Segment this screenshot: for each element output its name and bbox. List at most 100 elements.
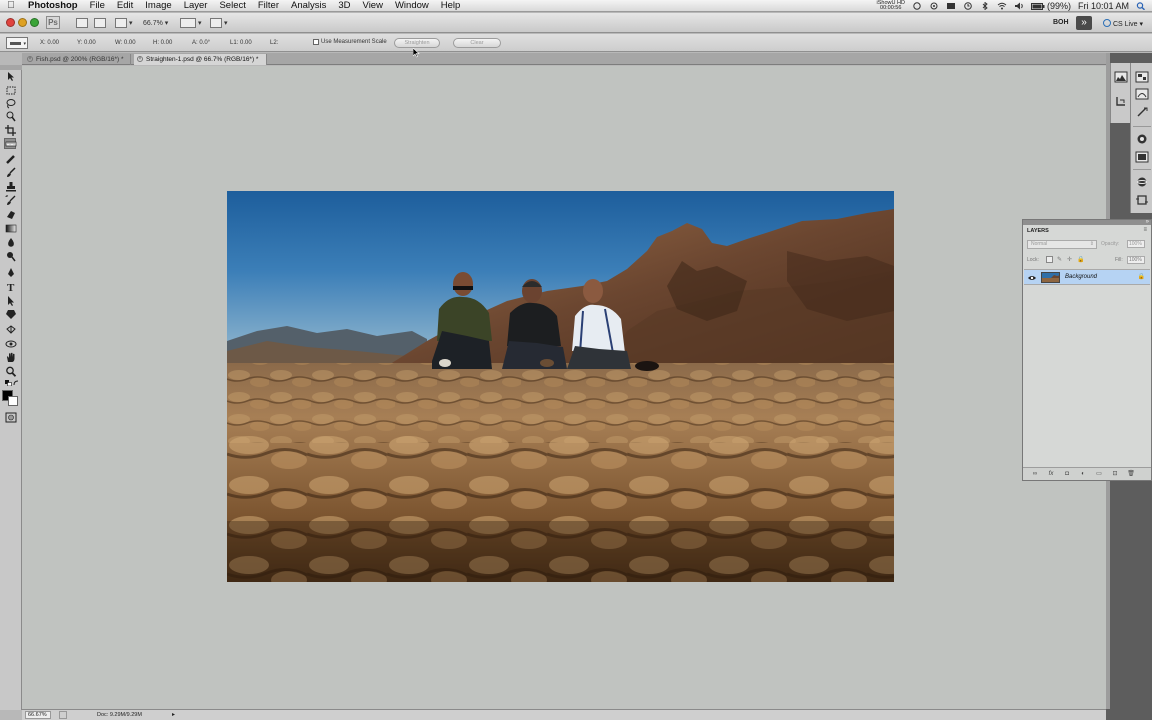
add-mask-icon[interactable]: ◘ xyxy=(1063,471,1071,478)
default-colors-icon[interactable] xyxy=(5,380,12,386)
blend-mode-select[interactable]: Normal ⇕ xyxy=(1027,240,1097,249)
layer-style-icon[interactable]: fx xyxy=(1047,471,1055,478)
menu-edit[interactable]: Edit xyxy=(111,0,139,12)
zoom-field[interactable]: 66.67% xyxy=(25,711,51,719)
move-tool-icon[interactable] xyxy=(5,71,17,82)
close-tab-icon[interactable]: × xyxy=(27,56,33,62)
brush-tool-icon[interactable] xyxy=(5,167,17,178)
workspace-overflow-button[interactable]: » xyxy=(1076,16,1092,30)
brush-presets-icon[interactable] xyxy=(1135,88,1149,100)
navigator-icon[interactable] xyxy=(1114,95,1128,107)
record-icon[interactable] xyxy=(912,2,922,10)
menu-window[interactable]: Window xyxy=(389,0,435,12)
quick-selection-tool-icon[interactable] xyxy=(5,111,17,122)
type-tool-icon[interactable]: T xyxy=(5,281,17,292)
menu-image[interactable]: Image xyxy=(139,0,177,12)
path-selection-tool-icon[interactable] xyxy=(5,295,17,306)
lock-all-icon[interactable]: 🔒 xyxy=(1077,256,1084,263)
opacity-input[interactable]: 100% xyxy=(1127,240,1145,248)
recorder-status[interactable]: iShowU HD 00:00:56 xyxy=(877,0,905,11)
adjustment-layer-icon[interactable]: ◐ xyxy=(1079,471,1087,478)
app-menu[interactable]: Photoshop xyxy=(22,0,84,12)
hand-tool-icon[interactable] xyxy=(5,352,17,363)
location-icon[interactable] xyxy=(929,2,939,10)
menu-help[interactable]: Help xyxy=(435,0,467,12)
wifi-icon[interactable] xyxy=(997,2,1007,10)
menu-filter[interactable]: Filter xyxy=(252,0,285,12)
screen-mode-button[interactable]: ▾ xyxy=(210,17,228,29)
battery-status[interactable]: (99%) xyxy=(1030,1,1071,11)
ruler-tool-icon[interactable] xyxy=(4,138,17,149)
zoom-tool-icon[interactable] xyxy=(5,366,17,377)
lock-pixels-icon[interactable]: ✎ xyxy=(1057,256,1062,263)
cs-live-button[interactable]: CS Live ▾ xyxy=(1103,19,1143,28)
tool-preset-picker[interactable]: ▾ xyxy=(6,37,28,49)
menu-layer[interactable]: Layer xyxy=(178,0,214,12)
marquee-tool-icon[interactable] xyxy=(5,85,17,96)
shape-tool-icon[interactable] xyxy=(5,309,17,320)
view-extras-button[interactable]: ▾ xyxy=(115,17,133,29)
new-layer-icon[interactable]: ⊡ xyxy=(1111,471,1119,478)
pen-tool-icon[interactable] xyxy=(5,267,17,278)
clear-button[interactable]: Clear xyxy=(453,38,501,48)
3d-panel-icon[interactable] xyxy=(1135,176,1149,188)
status-info-icon[interactable] xyxy=(59,711,67,719)
status-menu-arrow-icon[interactable]: ▸ xyxy=(172,711,175,718)
eye-icon[interactable] xyxy=(1028,274,1036,280)
panel-grip[interactable] xyxy=(0,65,22,70)
straighten-button[interactable]: Straighten xyxy=(394,38,440,48)
masks-icon[interactable] xyxy=(1135,194,1149,206)
3d-orbit-tool-icon[interactable] xyxy=(5,338,17,349)
crop-tool-icon[interactable] xyxy=(5,125,17,136)
zoom-level-select[interactable]: 66.7% ▾ xyxy=(143,17,168,29)
tab-fish[interactable]: × Fish.psd @ 200% (RGB/16*) * xyxy=(24,54,131,65)
time-machine-icon[interactable] xyxy=(963,2,973,10)
menu-view[interactable]: View xyxy=(357,0,389,12)
layer-row-background[interactable]: Background 🔒 xyxy=(1024,269,1150,285)
clone-stamp-tool-icon[interactable] xyxy=(5,181,17,192)
minimize-window-button[interactable] xyxy=(18,18,27,27)
eraser-tool-icon[interactable] xyxy=(5,209,17,220)
panel-menu-icon[interactable]: ≡ xyxy=(1143,227,1147,233)
quick-mask-icon[interactable] xyxy=(5,412,17,423)
color-icon[interactable] xyxy=(1135,133,1149,145)
document-image[interactable] xyxy=(227,191,894,582)
minibridge-button[interactable] xyxy=(94,17,108,29)
tab-straighten[interactable]: × Straighten-1.psd @ 66.7% (RGB/16*) * xyxy=(134,54,267,65)
collapse-panel-icon[interactable]: » xyxy=(1146,219,1149,225)
menu-3d[interactable]: 3D xyxy=(332,0,356,12)
workspace-label[interactable]: BOH xyxy=(1053,19,1069,26)
hand-tool-button[interactable]: ▾ xyxy=(180,17,202,29)
dodge-tool-icon[interactable] xyxy=(5,251,17,262)
menu-analysis[interactable]: Analysis xyxy=(285,0,332,12)
menu-select[interactable]: Select xyxy=(213,0,251,12)
checkbox-box[interactable] xyxy=(313,39,319,45)
bridge-button[interactable] xyxy=(76,17,90,29)
new-group-icon[interactable]: ▭ xyxy=(1095,471,1103,478)
lock-position-icon[interactable]: ✛ xyxy=(1067,256,1072,263)
use-measurement-scale-checkbox[interactable]: Use Measurement Scale xyxy=(313,39,387,45)
display-icon[interactable] xyxy=(946,2,956,10)
clone-source-icon[interactable] xyxy=(1135,106,1149,118)
blur-tool-icon[interactable] xyxy=(5,237,17,248)
lasso-tool-icon[interactable] xyxy=(5,98,17,109)
swatches-icon[interactable] xyxy=(1135,151,1149,163)
info-icon[interactable] xyxy=(1135,71,1149,83)
close-tab-icon[interactable]: × xyxy=(137,56,143,62)
background-color-swatch[interactable] xyxy=(8,396,18,406)
gradient-tool-icon[interactable] xyxy=(5,223,17,234)
link-layers-icon[interactable]: ∞ xyxy=(1031,471,1039,478)
volume-icon[interactable] xyxy=(1014,2,1024,10)
histogram-icon[interactable] xyxy=(1114,71,1128,83)
delete-layer-icon[interactable]: 🗑 xyxy=(1127,471,1135,478)
panel-header[interactable] xyxy=(1023,220,1151,225)
spot-healing-brush-icon[interactable] xyxy=(5,154,17,165)
lock-transparency-icon[interactable] xyxy=(1046,256,1053,263)
tab-layers[interactable]: LAYERS xyxy=(1023,226,1057,237)
history-brush-tool-icon[interactable] xyxy=(5,195,17,206)
close-window-button[interactable] xyxy=(6,18,15,27)
menu-file[interactable]: File xyxy=(84,0,111,12)
zoom-window-button[interactable] xyxy=(30,18,39,27)
swap-colors-icon[interactable] xyxy=(13,380,19,386)
3d-rotate-tool-icon[interactable] xyxy=(5,324,17,335)
